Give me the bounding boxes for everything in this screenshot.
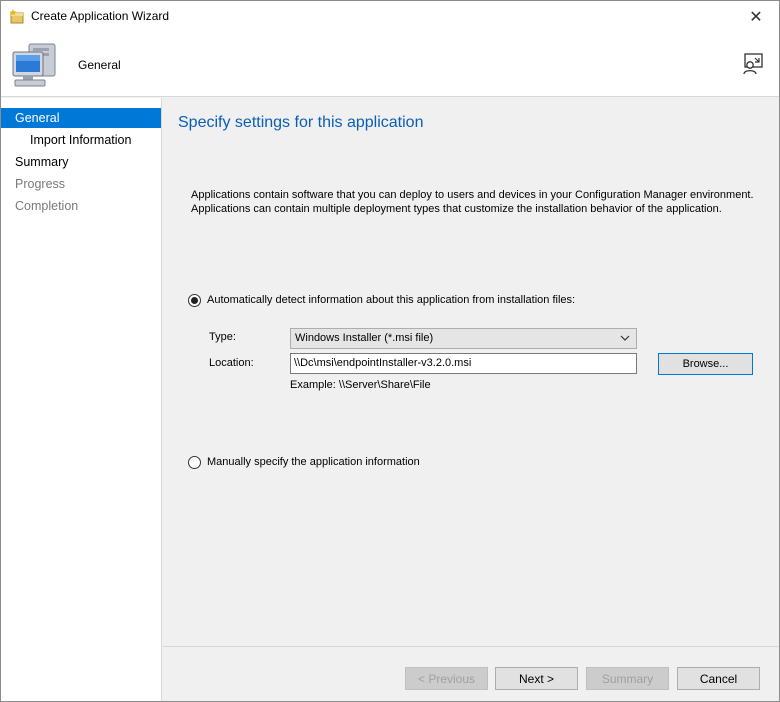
previous-button: < Previous [405, 667, 488, 690]
page-title: Specify settings for this application [178, 114, 424, 131]
cancel-button[interactable]: Cancel [677, 667, 760, 690]
manual-specify-label[interactable]: Manually specify the application informa… [207, 456, 420, 468]
header-title: General [78, 58, 121, 72]
description-line-1: Applications contain software that you c… [191, 189, 754, 201]
auto-detect-label[interactable]: Automatically detect information about t… [207, 294, 575, 306]
close-button[interactable]: ✕ [733, 1, 779, 32]
browse-button[interactable]: Browse... [658, 353, 753, 375]
window-title: Create Application Wizard [31, 9, 170, 23]
type-select[interactable]: Windows Installer (*.msi file) [290, 328, 637, 349]
next-button[interactable]: Next > [495, 667, 578, 690]
feedback-icon[interactable] [741, 52, 765, 76]
title-bar: Create Application Wizard ✕ [1, 1, 779, 32]
wizard-app-icon [9, 9, 24, 24]
computer-icon [12, 43, 56, 87]
location-label: Location: [209, 357, 254, 369]
main-panel: Specify settings for this application Ap… [163, 98, 779, 646]
manual-specify-radio[interactable] [188, 456, 201, 469]
sidebar-item-progress: Progress [15, 177, 66, 191]
chevron-down-icon [620, 335, 630, 341]
wizard-header: General [1, 32, 779, 97]
sidebar-item-completion: Completion [15, 199, 79, 213]
close-icon: ✕ [749, 8, 763, 26]
location-example: Example: \\Server\Share\File [290, 379, 431, 391]
wizard-steps-sidebar: General Import Information Summary Progr… [1, 98, 162, 701]
type-label: Type: [209, 331, 236, 343]
location-input[interactable]: \\Dc\msi\endpointInstaller-v3.2.0.msi [290, 353, 637, 374]
sidebar-item-import-information[interactable]: Import Information [1, 130, 161, 150]
summary-button: Summary [586, 667, 669, 690]
type-select-value: Windows Installer (*.msi file) [295, 332, 434, 344]
wizard-footer: < Previous Next > Summary Cancel [163, 646, 779, 701]
description: Applications contain software that you c… [191, 188, 771, 216]
sidebar-item-summary[interactable]: Summary [1, 152, 161, 172]
wizard-window: Create Application Wizard ✕ General Gene… [0, 0, 780, 702]
description-line-2: Applications can contain multiple deploy… [191, 203, 722, 215]
sidebar-item-general[interactable]: General [1, 108, 161, 128]
auto-detect-radio[interactable] [188, 294, 201, 307]
